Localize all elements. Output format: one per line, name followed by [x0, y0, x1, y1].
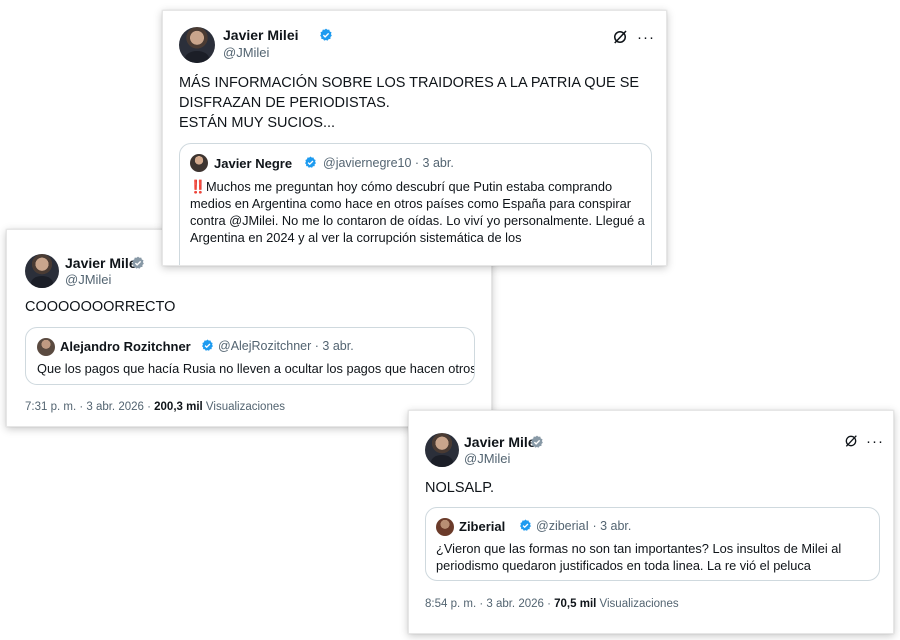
author-handle[interactable]: @JMilei — [223, 45, 269, 60]
author-avatar[interactable] — [25, 254, 59, 288]
grok-icon[interactable] — [843, 433, 859, 449]
quoted-author-name[interactable]: Alejandro Rozitchner — [60, 339, 191, 354]
tweet-text: COOOOOOORRECTO — [25, 299, 176, 315]
tweet-text: NOLSALP. — [425, 480, 495, 496]
author-name[interactable]: Javier Milei — [223, 27, 299, 43]
tweet-text-line: ESTÁN MUY SUCIOS... — [179, 115, 336, 131]
timestamp[interactable]: 8:54 p. m. · 3 abr. 2026 · — [425, 598, 554, 610]
quoted-tweet[interactable]: Javier Negre @javiernegre10 · 3 abr. ‼️M… — [179, 143, 652, 265]
tweet-footer: 8:54 p. m. · 3 abr. 2026 · 70,5 mil Visu… — [425, 598, 679, 610]
author-handle[interactable]: @JMilei — [464, 451, 510, 466]
tweet-text: MÁS INFORMACIÓN SOBRE LOS TRAIDORES A LA… — [179, 73, 639, 133]
quoted-handle-date[interactable]: @javiernegre10 · 3 abr. — [323, 156, 454, 170]
author-name[interactable]: Javier Milei — [464, 434, 540, 450]
verified-badge-icon — [531, 435, 543, 448]
quoted-tweet[interactable]: Alejandro Rozitchner @AlejRozitchner · 3… — [25, 327, 475, 385]
timestamp[interactable]: 7:31 p. m. · 3 abr. 2026 · — [25, 401, 154, 413]
quoted-author-avatar[interactable] — [37, 338, 55, 356]
quoted-text-line: periodismo quedaron justificados en toda… — [436, 558, 811, 573]
quoted-author-name[interactable]: Ziberial — [459, 519, 505, 534]
quoted-handle-date[interactable]: @ziberiaI · 3 abr. — [536, 519, 631, 533]
quoted-text: Que los pagos que hacía Rusia no lleven … — [37, 361, 475, 376]
quoted-text-line: medios en Argentina como hace en otros p… — [190, 196, 632, 211]
quoted-text: ¿Vieron que las formas no son tan import… — [436, 540, 841, 574]
quoted-tweet[interactable]: Ziberial @ziberiaI · 3 abr. ¿Vieron que … — [425, 507, 880, 581]
verified-badge-icon — [202, 339, 213, 351]
author-avatar[interactable] — [179, 27, 215, 63]
double-exclamation-icon: ‼️ — [190, 179, 206, 194]
author-handle[interactable]: @JMilei — [65, 272, 111, 287]
tweet-card-nolsalp[interactable]: Javier Milei @JMilei ··· NOLSALP. Ziberi… — [408, 410, 894, 634]
author-name[interactable]: Javier Milei — [65, 255, 141, 271]
tweet-card-traidores[interactable]: Javier Milei @JMilei ··· MÁS INFORMACIÓN… — [162, 10, 667, 266]
tweet-text-line: DISFRAZAN DE PERIODISTAS. — [179, 95, 390, 111]
tweet-text-line: MÁS INFORMACIÓN SOBRE LOS TRAIDORES A LA… — [179, 75, 640, 91]
quoted-author-avatar[interactable] — [436, 518, 454, 536]
verified-badge-icon — [305, 156, 316, 168]
more-icon[interactable]: ··· — [866, 434, 884, 449]
verified-badge-icon — [320, 28, 332, 41]
quoted-text: ‼️Muchos me preguntan hoy cómo descubrí … — [190, 178, 645, 246]
quoted-author-avatar[interactable] — [190, 154, 208, 172]
quoted-text-line: Argentina en 2024 y al ver la corrupción… — [190, 230, 522, 245]
view-count: 200,3 mil — [154, 401, 203, 413]
quoted-text-line: ¿Vieron que las formas no son tan import… — [436, 541, 842, 556]
quoted-text-line: ‼️Muchos me preguntan hoy cómo descubrí … — [190, 178, 645, 195]
quoted-text-content: Muchos me preguntan hoy cómo descubrí qu… — [205, 179, 613, 194]
more-icon[interactable]: ··· — [637, 30, 655, 45]
verified-badge-icon — [132, 256, 144, 269]
views-label: Visualizaciones — [596, 598, 679, 610]
quoted-author-name[interactable]: Javier Negre — [214, 156, 292, 171]
quoted-handle-date[interactable]: @AlejRozitchner · 3 abr. — [218, 339, 354, 353]
tweet-footer: 7:31 p. m. · 3 abr. 2026 · 200,3 mil Vis… — [25, 401, 285, 413]
grok-icon[interactable] — [611, 28, 629, 46]
author-avatar[interactable] — [425, 433, 459, 467]
quoted-text-line: contra @JMilei. No me lo contaron de oíd… — [190, 213, 645, 228]
view-count: 70,5 mil — [554, 598, 597, 610]
views-label: Visualizaciones — [202, 401, 285, 413]
verified-badge-icon — [520, 519, 531, 531]
